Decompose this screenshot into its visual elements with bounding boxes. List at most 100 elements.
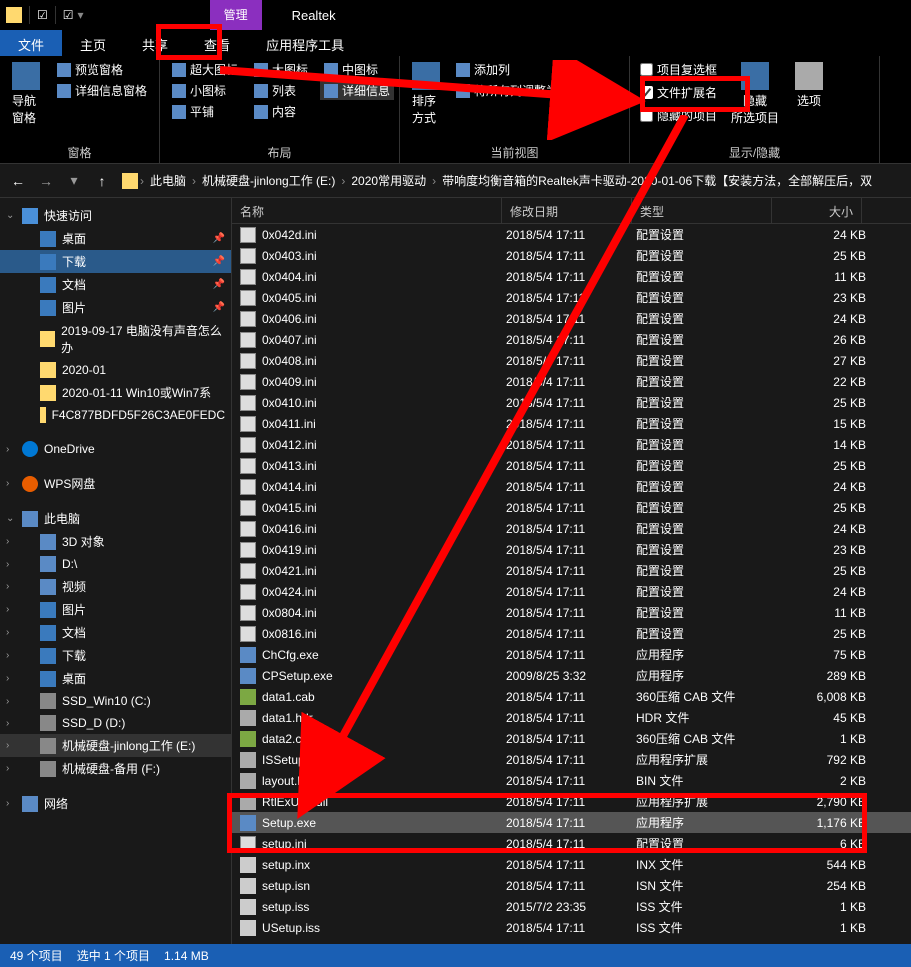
- sidebar-downloads-2[interactable]: ›下载: [0, 644, 231, 667]
- nav-recent-button[interactable]: ▾: [62, 169, 86, 193]
- qat-checkbox-icon[interactable]: ☑: [63, 8, 74, 22]
- file-row[interactable]: data1.hdr2018/5/4 17:11HDR 文件45 KB: [232, 707, 911, 728]
- file-row[interactable]: 0x0415.ini2018/5/4 17:11配置设置25 KB: [232, 497, 911, 518]
- sidebar-folder-4[interactable]: F4C877BDFD5F26C3AE0FEDC: [0, 404, 231, 426]
- file-row[interactable]: Setup.exe2018/5/4 17:11应用程序1,176 KB: [232, 812, 911, 833]
- column-header-type[interactable]: 类型: [632, 198, 772, 223]
- nav-forward-button[interactable]: →: [34, 169, 58, 193]
- layout-xl-icons[interactable]: 超大图标: [168, 60, 242, 79]
- sidebar-documents-2[interactable]: ›文档: [0, 621, 231, 644]
- layout-content[interactable]: 内容: [250, 102, 312, 121]
- sidebar-drive-f[interactable]: ›机械硬盘-备用 (F:): [0, 757, 231, 780]
- chevron-right-icon[interactable]: ›: [6, 763, 9, 774]
- file-row[interactable]: 0x042d.ini2018/5/4 17:11配置设置24 KB: [232, 224, 911, 245]
- qat-checkbox-icon[interactable]: ☑: [37, 8, 48, 22]
- file-row[interactable]: 0x0413.ini2018/5/4 17:11配置设置25 KB: [232, 455, 911, 476]
- breadcrumb-path[interactable]: › 此电脑 › 机械硬盘-jinlong工作 (E:) › 2020常用驱动 ›…: [118, 169, 905, 193]
- details-pane-button[interactable]: 详细信息窗格: [53, 81, 151, 100]
- item-checkboxes-input[interactable]: [640, 63, 653, 76]
- chevron-down-icon[interactable]: ⌄: [6, 513, 14, 524]
- file-row[interactable]: 0x0406.ini2018/5/4 17:11配置设置24 KB: [232, 308, 911, 329]
- tab-app-tools[interactable]: 应用程序工具: [248, 30, 362, 56]
- file-row[interactable]: 0x0403.ini2018/5/4 17:11配置设置25 KB: [232, 245, 911, 266]
- nav-back-button[interactable]: ←: [6, 169, 30, 193]
- file-row[interactable]: 0x0404.ini2018/5/4 17:11配置设置11 KB: [232, 266, 911, 287]
- layout-list[interactable]: 列表: [250, 81, 312, 100]
- tab-home[interactable]: 主页: [62, 30, 124, 56]
- file-row[interactable]: ISSetup.dll2018/5/4 17:11应用程序扩展792 KB: [232, 749, 911, 770]
- chevron-right-icon[interactable]: ›: [6, 559, 9, 570]
- file-row[interactable]: 0x0408.ini2018/5/4 17:11配置设置27 KB: [232, 350, 911, 371]
- tab-view[interactable]: 查看: [186, 30, 248, 56]
- layout-details[interactable]: 详细信息: [320, 81, 394, 100]
- hide-selected-button[interactable]: 隐藏 所选项目: [727, 60, 783, 142]
- sidebar-desktop[interactable]: 桌面📌: [0, 227, 231, 250]
- breadcrumb-1[interactable]: 机械硬盘-jinlong工作 (E:): [198, 170, 339, 191]
- checkbox-item-checkboxes[interactable]: 项目复选框: [638, 60, 719, 79]
- chevron-right-icon[interactable]: ›: [6, 536, 9, 547]
- file-extensions-input[interactable]: [640, 86, 653, 99]
- checkbox-file-extensions[interactable]: 文件扩展名: [638, 83, 719, 102]
- sidebar-drive-c[interactable]: ›SSD_Win10 (C:): [0, 690, 231, 712]
- chevron-right-icon[interactable]: ›: [6, 696, 9, 707]
- sidebar-d-drive[interactable]: ›D:\: [0, 553, 231, 575]
- sidebar-this-pc[interactable]: ⌄此电脑: [0, 507, 231, 530]
- sidebar-documents[interactable]: 文档📌: [0, 273, 231, 296]
- layout-large-icons[interactable]: 大图标: [250, 60, 312, 79]
- add-columns-button[interactable]: 添加列: [452, 60, 622, 79]
- breadcrumb-0[interactable]: 此电脑: [146, 170, 190, 191]
- options-button[interactable]: 选项: [791, 60, 827, 142]
- context-tab-manage[interactable]: 管理: [210, 0, 262, 30]
- layout-medium-icons[interactable]: 中图标: [320, 60, 394, 79]
- file-row[interactable]: RtlExUpd.dll2018/5/4 17:11应用程序扩展2,790 KB: [232, 791, 911, 812]
- chevron-right-icon[interactable]: ›: [6, 718, 9, 729]
- chevron-right-icon[interactable]: ›: [6, 478, 9, 489]
- size-all-columns-button[interactable]: 将所有列调整为合适的大小: [452, 81, 622, 100]
- file-row[interactable]: 0x0424.ini2018/5/4 17:11配置设置24 KB: [232, 581, 911, 602]
- file-row[interactable]: ChCfg.exe2018/5/4 17:11应用程序75 KB: [232, 644, 911, 665]
- tab-file[interactable]: 文件: [0, 30, 62, 56]
- file-row[interactable]: layout.bin2018/5/4 17:11BIN 文件2 KB: [232, 770, 911, 791]
- file-row[interactable]: 0x0419.ini2018/5/4 17:11配置设置23 KB: [232, 539, 911, 560]
- nav-up-button[interactable]: ↑: [90, 169, 114, 193]
- sort-by-button[interactable]: 排序方式: [408, 60, 444, 142]
- file-row[interactable]: USetup.iss2018/5/4 17:11ISS 文件1 KB: [232, 917, 911, 938]
- sidebar-downloads[interactable]: 下载📌: [0, 250, 231, 273]
- file-row[interactable]: data2.cab2018/5/4 17:11360压缩 CAB 文件1 KB: [232, 728, 911, 749]
- chevron-right-icon[interactable]: ›: [6, 627, 9, 638]
- file-row[interactable]: setup.inx2018/5/4 17:11INX 文件544 KB: [232, 854, 911, 875]
- hidden-items-input[interactable]: [640, 109, 653, 122]
- file-row[interactable]: CPSetup.exe2009/8/25 3:32应用程序289 KB: [232, 665, 911, 686]
- checkbox-hidden-items[interactable]: 隐藏的项目: [638, 106, 719, 125]
- file-row[interactable]: 0x0421.ini2018/5/4 17:11配置设置25 KB: [232, 560, 911, 581]
- column-header-size[interactable]: 大小: [772, 198, 862, 223]
- chevron-right-icon[interactable]: ›: [6, 673, 9, 684]
- navigation-pane-button[interactable]: 导航窗格: [8, 60, 45, 142]
- sidebar-network[interactable]: ›网络: [0, 792, 231, 815]
- tab-share[interactable]: 共享: [124, 30, 186, 56]
- file-row[interactable]: 0x0407.ini2018/5/4 17:11配置设置26 KB: [232, 329, 911, 350]
- breadcrumb-3[interactable]: 带响度均衡音箱的Realtek声卡驱动-2020-01-06下载【安装方法，全部…: [438, 170, 876, 191]
- sidebar-videos[interactable]: ›视频: [0, 575, 231, 598]
- layout-tiles[interactable]: 平铺: [168, 102, 242, 121]
- file-row[interactable]: 0x0411.ini2018/5/4 17:11配置设置15 KB: [232, 413, 911, 434]
- sidebar-folder-2[interactable]: 2020-01: [0, 359, 231, 381]
- chevron-right-icon[interactable]: ›: [6, 740, 9, 751]
- file-row[interactable]: setup.iss2015/7/2 23:35ISS 文件1 KB: [232, 896, 911, 917]
- sidebar-drive-e[interactable]: ›机械硬盘-jinlong工作 (E:): [0, 734, 231, 757]
- column-header-name[interactable]: 名称: [232, 198, 502, 223]
- chevron-right-icon[interactable]: ›: [6, 604, 9, 615]
- sidebar-desktop-2[interactable]: ›桌面: [0, 667, 231, 690]
- chevron-right-icon[interactable]: ›: [6, 798, 9, 809]
- file-row[interactable]: setup.isn2018/5/4 17:11ISN 文件254 KB: [232, 875, 911, 896]
- file-row[interactable]: 0x0416.ini2018/5/4 17:11配置设置24 KB: [232, 518, 911, 539]
- sidebar-folder-1[interactable]: 2019-09-17 电脑没有声音怎么办: [0, 319, 231, 359]
- file-row[interactable]: data1.cab2018/5/4 17:11360压缩 CAB 文件6,008…: [232, 686, 911, 707]
- file-row[interactable]: 0x0409.ini2018/5/4 17:11配置设置22 KB: [232, 371, 911, 392]
- file-row[interactable]: 0x0816.ini2018/5/4 17:11配置设置25 KB: [232, 623, 911, 644]
- sidebar-wps[interactable]: ›WPS网盘: [0, 472, 231, 495]
- sidebar-folder-3[interactable]: 2020-01-11 Win10或Win7系: [0, 381, 231, 404]
- column-header-date[interactable]: 修改日期: [502, 198, 632, 223]
- qat-dropdown-icon[interactable]: ▾: [78, 8, 84, 22]
- chevron-right-icon[interactable]: ›: [6, 581, 9, 592]
